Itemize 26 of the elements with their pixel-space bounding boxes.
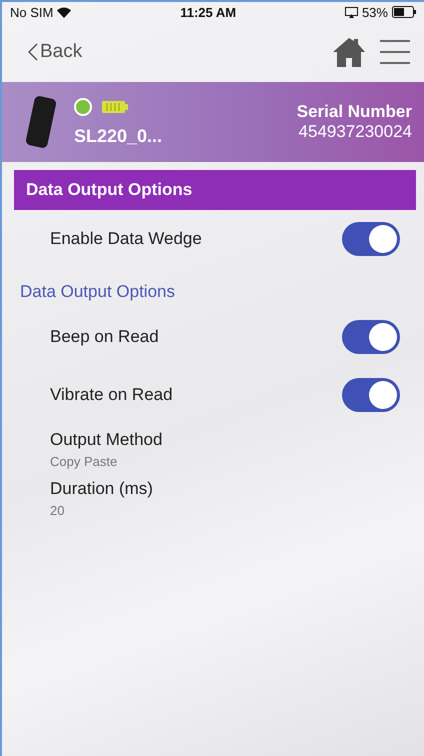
setting-value: 20 xyxy=(50,503,66,518)
setting-label: Enable Data Wedge xyxy=(50,229,202,249)
toggle-switch[interactable] xyxy=(342,378,400,412)
setting-value: Copy Paste xyxy=(50,454,118,469)
section-title: Data Output Options xyxy=(20,281,176,303)
battery-level-icon xyxy=(102,100,128,112)
setting-label: Beep on Read xyxy=(50,327,159,347)
setting-label: Output Method xyxy=(50,430,164,450)
serial-number-label: Serial Number xyxy=(296,102,412,122)
toggle-switch[interactable] xyxy=(342,320,400,354)
serial-number-value: 454937230024 xyxy=(298,122,412,142)
setting-label: Duration (ms) xyxy=(50,479,154,499)
back-button[interactable]: Back xyxy=(28,41,82,63)
clock-text: 11:25 AM xyxy=(180,4,236,20)
menu-icon[interactable] xyxy=(380,39,410,65)
setting-label: Vibrate on Read xyxy=(50,385,173,405)
battery-icon xyxy=(392,6,416,18)
wifi-icon xyxy=(57,6,72,18)
screen-mirror-icon xyxy=(344,6,358,18)
carrier-text: No SIM xyxy=(10,4,54,20)
battery-percent: 53% xyxy=(362,4,388,20)
chevron-left-icon[interactable] xyxy=(28,43,38,61)
home-icon[interactable] xyxy=(332,37,366,67)
section-header: Data Output Options xyxy=(14,170,416,210)
device-name: SL220_0... xyxy=(74,126,164,146)
toggle-switch[interactable] xyxy=(342,222,400,256)
